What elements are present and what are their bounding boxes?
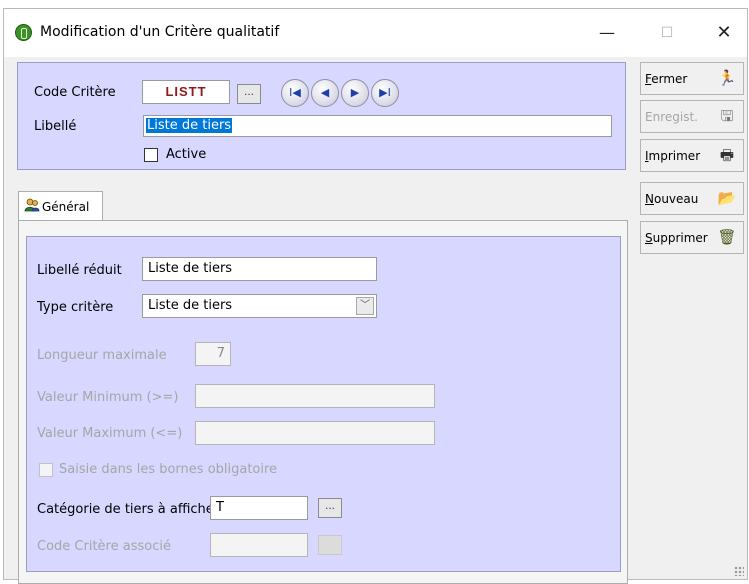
libelle-input[interactable]: Liste de tiers [143,115,612,137]
general-panel: Libellé réduit Liste de tiers Type critè… [26,236,621,572]
valeur-minimum-input[interactable] [195,384,435,408]
libelle-reduit-input[interactable]: Liste de tiers [142,257,377,281]
nav-next-button[interactable]: ▶ [341,79,369,107]
categorie-tiers-input[interactable]: T [210,496,308,520]
maximize-button[interactable]: ☐ [644,18,690,48]
active-label: Active [166,147,207,162]
valeur-maximum-input[interactable] [195,421,435,445]
libelle-reduit-label: Libellé réduit [37,263,122,278]
supprimer-label: Supprimer [645,231,708,245]
type-critere-value: Liste de tiers [148,298,233,313]
title-bar: Modification d'un Critère qualitatif — ☐… [4,9,747,57]
code-associe-browse-button[interactable] [318,535,342,555]
code-critere-associe-label: Code Critère associé [37,539,171,554]
saisie-bornes-label: Saisie dans les bornes obligatoire [59,462,278,477]
tab-general-label: Général [42,200,90,214]
close-button[interactable]: ✕ [701,18,747,48]
categorie-browse-button[interactable]: ... [318,498,342,518]
type-critere-label: Type critère [37,300,114,315]
fermer-button[interactable]: Fermer 🏃 [640,62,744,95]
valeur-maximum-label: Valeur Maximum (<=) [37,426,183,441]
app-icon [15,24,32,41]
nav-first-button[interactable]: I◀ [281,79,309,107]
supprimer-button[interactable]: Supprimer 🗑 [640,221,744,254]
users-tab-icon [24,198,40,212]
nav-last-button[interactable]: ▶I [371,79,399,107]
nouveau-button[interactable]: Nouveau 📂 [640,182,744,215]
exit-icon: 🏃 [717,70,737,87]
header-panel: Code Critère LISTT ... I◀ ◀ ▶ ▶I Libellé… [17,62,626,170]
new-folder-icon: 📂 [717,190,737,207]
imprimer-button[interactable]: Imprimer 🖶 [640,139,744,172]
enregistrer-label: Enregist. [645,110,698,124]
valeur-minimum-label: Valeur Minimum (>=) [37,390,179,405]
type-critere-select[interactable]: Liste de tiers ﹀ [142,294,377,318]
code-browse-button[interactable]: ... [237,84,261,104]
fermer-label: Fermer [645,72,688,86]
code-critere-associe-input[interactable] [210,533,308,557]
code-critere-field[interactable]: LISTT [142,80,230,104]
nav-previous-button[interactable]: ◀ [311,79,339,107]
libelle-selected-text: Liste de tiers [146,118,233,133]
dialog-window: Modification d'un Critère qualitatif — ☐… [3,8,748,584]
resize-grip[interactable] [734,566,744,576]
trash-icon: 🗑 [717,229,737,246]
chevron-down-icon[interactable]: ﹀ [356,297,374,315]
longueur-maximale-label: Longueur maximale [37,348,167,363]
saisie-bornes-checkbox[interactable] [39,463,53,477]
imprimer-label: Imprimer [645,149,701,163]
printer-icon: 🖶 [719,147,735,164]
longueur-maximale-input[interactable]: 7 [195,342,231,366]
libelle-label: Libellé [34,119,77,134]
minimize-button[interactable]: — [584,18,630,48]
categorie-tiers-label: Catégorie de tiers à afficher [37,502,220,517]
enregistrer-button[interactable]: Enregist. 🖫 [640,100,744,133]
save-icon: 🖫 [720,108,734,125]
window-title: Modification d'un Critère qualitatif [40,24,280,40]
active-checkbox[interactable] [144,148,158,162]
tab-general[interactable]: Général [18,191,103,221]
code-critere-label: Code Critère [34,85,116,100]
nouveau-label: Nouveau [645,192,699,206]
